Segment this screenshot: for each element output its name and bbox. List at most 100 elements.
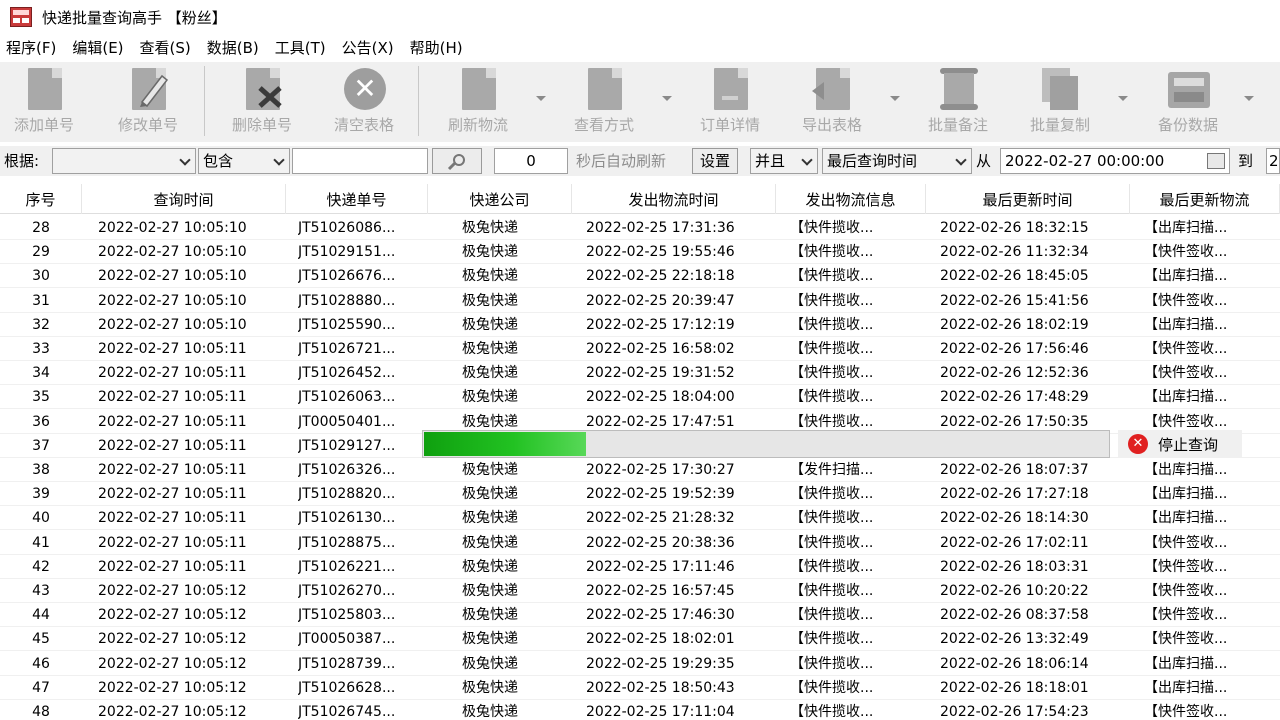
table-cell: JT00050401... bbox=[298, 413, 396, 430]
menu-notice[interactable]: 公告(X) bbox=[336, 36, 400, 60]
table-cell: 2022-02-25 18:04:00 bbox=[586, 389, 735, 406]
chevron-down-icon bbox=[179, 154, 191, 166]
document-icon bbox=[24, 68, 64, 110]
export-table-button[interactable]: 导出表格 bbox=[792, 66, 872, 138]
table-row[interactable]: 32 2022-02-27 10:05:10 JT51025590... 极兔快递 20… bbox=[0, 313, 1280, 337]
to-label: 到 bbox=[1238, 152, 1254, 170]
refresh-logistics-button[interactable]: 刷新物流 bbox=[438, 66, 518, 138]
table-row[interactable]: 38 2022-02-27 10:05:11 JT51026326... 极兔快递 20… bbox=[0, 458, 1280, 482]
menu-tools[interactable]: 工具(T) bbox=[269, 36, 332, 60]
column-header[interactable]: 最后更新物流 bbox=[1130, 184, 1280, 214]
column-header[interactable]: 最后更新时间 bbox=[926, 184, 1130, 214]
export-dropdown-chevron-icon[interactable] bbox=[890, 96, 900, 101]
refresh-seconds-input[interactable]: 0 bbox=[494, 148, 568, 174]
table-row[interactable]: 46 2022-02-27 10:05:12 JT51028739... 极兔快递 20… bbox=[0, 652, 1280, 676]
delete-number-label: 删除单号 bbox=[231, 116, 292, 134]
table-cell: 2022-02-25 18:50:43 bbox=[586, 679, 735, 696]
logic-combo[interactable]: 并且 bbox=[750, 148, 818, 174]
progress-fill bbox=[424, 432, 586, 456]
export-table-label: 导出表格 bbox=[801, 116, 862, 134]
clear-table-button[interactable]: ✕ 清空表格 bbox=[324, 66, 404, 138]
table-header: 序号 查询时间 快递单号 快递公司 发出物流时间 发出物流信息 最后更新时间 最后更新物流 bbox=[0, 184, 1280, 214]
table-cell: 【快件签收... bbox=[1144, 607, 1228, 624]
table-cell: 2022-02-27 10:05:11 bbox=[98, 389, 247, 406]
calendar-icon[interactable] bbox=[1207, 153, 1225, 169]
menu-data[interactable]: 数据(B) bbox=[201, 36, 265, 60]
menu-view[interactable]: 查看(S) bbox=[134, 36, 197, 60]
column-header[interactable]: 发出物流时间 bbox=[572, 184, 776, 214]
table-cell: 【出库扫描... bbox=[1144, 268, 1228, 285]
batch-note-button[interactable]: 批量备注 bbox=[918, 66, 998, 138]
menu-edit[interactable]: 编辑(E) bbox=[66, 36, 129, 60]
view-mode-dropdown-chevron-icon[interactable] bbox=[662, 96, 672, 101]
table-cell: 2022-02-27 10:05:10 bbox=[98, 316, 247, 333]
table-cell: JT51026721... bbox=[298, 341, 396, 357]
settings-button[interactable]: 设置 bbox=[692, 148, 738, 174]
from-date-picker[interactable]: 2022-02-27 00:00:00 bbox=[1000, 148, 1230, 174]
stop-query-button[interactable]: ✕ 停止查询 bbox=[1118, 430, 1242, 458]
edit-number-button[interactable]: 修改单号 bbox=[110, 66, 186, 138]
batch-copy-button[interactable]: 批量复制 bbox=[1020, 66, 1100, 138]
table-row[interactable]: 39 2022-02-27 10:05:11 JT51028820... 极兔快递 20… bbox=[0, 482, 1280, 507]
column-header[interactable]: 查询时间 bbox=[82, 184, 286, 214]
edit-number-label: 修改单号 bbox=[117, 116, 178, 134]
table-row[interactable]: 30 2022-02-27 10:05:10 JT51026676... 极兔快递 20… bbox=[0, 264, 1280, 289]
batch-note-label: 批量备注 bbox=[927, 116, 988, 134]
table-row[interactable]: 43 2022-02-27 10:05:12 JT51026270... 极兔快递 20… bbox=[0, 579, 1280, 603]
time-field-combo[interactable]: 最后查询时间 bbox=[822, 148, 972, 174]
table-cell: 【快件揽收... bbox=[790, 244, 874, 261]
table-row[interactable]: 47 2022-02-27 10:05:12 JT51026628... 极兔快递 20… bbox=[0, 676, 1280, 700]
column-header[interactable]: 快递公司 bbox=[428, 184, 572, 214]
menu-program[interactable]: 程序(F) bbox=[0, 36, 62, 60]
basis-combo[interactable] bbox=[52, 148, 196, 174]
table-cell: 2022-02-27 10:05:11 bbox=[98, 365, 247, 382]
add-number-button[interactable]: 添加单号 bbox=[6, 66, 82, 138]
table-row[interactable]: 48 2022-02-27 10:05:12 JT51026745... 极兔快递 20… bbox=[0, 700, 1280, 720]
table-cell: JT51028820... bbox=[298, 486, 396, 503]
refresh-dropdown-chevron-icon[interactable] bbox=[536, 96, 546, 101]
table-cell: 2022-02-26 17:54:23 bbox=[940, 704, 1089, 720]
column-header[interactable]: 序号 bbox=[0, 184, 82, 214]
delete-document-icon bbox=[242, 68, 282, 110]
table-row[interactable]: 45 2022-02-27 10:05:12 JT00050387... 极兔快递 20… bbox=[0, 627, 1280, 652]
delete-number-button[interactable]: 删除单号 bbox=[222, 66, 302, 138]
table-row[interactable]: 31 2022-02-27 10:05:10 JT51028880... 极兔快递 20… bbox=[0, 289, 1280, 313]
stop-circle-x-icon: ✕ bbox=[1128, 434, 1148, 454]
table-cell: 2022-02-26 18:32:15 bbox=[940, 220, 1089, 236]
table-cell: 【快件揽收... bbox=[790, 655, 874, 672]
table-cell: 【快件揽收... bbox=[790, 316, 874, 333]
logic-combo-value: 并且 bbox=[755, 152, 786, 170]
table-row[interactable]: 41 2022-02-27 10:05:11 JT51028875... 极兔快递 20… bbox=[0, 531, 1280, 555]
table-row[interactable]: 42 2022-02-27 10:05:11 JT51026221... 极兔快递 20… bbox=[0, 555, 1280, 579]
table-cell: JT51028880... bbox=[298, 292, 396, 309]
table-cell: 2022-02-27 10:05:10 bbox=[98, 220, 247, 236]
table-cell: 【快件揽收... bbox=[790, 510, 874, 527]
table-row[interactable]: 33 2022-02-27 10:05:11 JT51026721... 极兔快递 20… bbox=[0, 337, 1280, 361]
table-cell: 2022-02-25 18:02:01 bbox=[586, 631, 735, 648]
search-input[interactable] bbox=[292, 148, 428, 174]
table-row[interactable]: 34 2022-02-27 10:05:11 JT51026452... 极兔快递 20… bbox=[0, 361, 1280, 386]
search-button[interactable] bbox=[432, 148, 482, 174]
backup-dropdown-chevron-icon[interactable] bbox=[1244, 96, 1254, 101]
menu-help[interactable]: 帮助(H) bbox=[404, 36, 469, 60]
table-row[interactable]: 40 2022-02-27 10:05:11 JT51026130... 极兔快递 20… bbox=[0, 506, 1280, 531]
view-mode-button[interactable]: 查看方式 bbox=[564, 66, 644, 138]
table-row[interactable]: 29 2022-02-27 10:05:10 JT51029151... 极兔快递 20… bbox=[0, 240, 1280, 265]
copy-dropdown-chevron-icon[interactable] bbox=[1118, 96, 1128, 101]
table-cell: 极兔快递 bbox=[462, 607, 518, 624]
table-row[interactable]: 28 2022-02-27 10:05:10 JT51026086... 极兔快递 20… bbox=[0, 216, 1280, 240]
table-row[interactable]: 35 2022-02-27 10:05:11 JT51026063... 极兔快递 20… bbox=[0, 385, 1280, 410]
table-cell: JT51026221... bbox=[298, 558, 396, 575]
table-cell: 44 bbox=[32, 607, 50, 624]
table-cell: 48 bbox=[32, 704, 50, 720]
table-row[interactable]: 44 2022-02-27 10:05:12 JT51025803... 极兔快递 20… bbox=[0, 603, 1280, 628]
column-header[interactable]: 快递单号 bbox=[286, 184, 428, 214]
table-cell: 2022-02-25 20:39:47 bbox=[586, 292, 735, 309]
column-header[interactable]: 发出物流信息 bbox=[776, 184, 926, 214]
refresh-document-icon bbox=[458, 68, 498, 110]
order-details-button[interactable]: 订单详情 bbox=[690, 66, 770, 138]
match-mode-combo[interactable]: 包含 bbox=[198, 148, 290, 174]
backup-data-button[interactable]: 备份数据 bbox=[1146, 66, 1230, 138]
to-date-picker[interactable]: 2 bbox=[1266, 148, 1280, 174]
table-cell: 极兔快递 bbox=[462, 679, 518, 696]
